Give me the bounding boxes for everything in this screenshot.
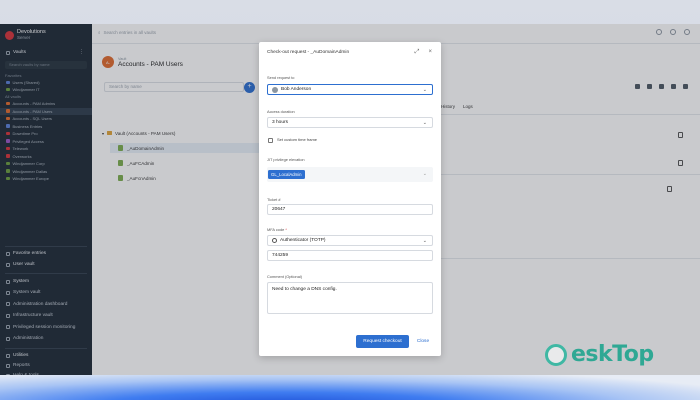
ticket-input[interactable]: 20647	[267, 204, 433, 215]
dialog-controls: ⤢ ×	[415, 49, 432, 56]
duration-select[interactable]: 3 hours ⌄	[267, 117, 433, 128]
send-request-label: Send request to	[267, 75, 295, 80]
custom-time-label: Set custom time frame	[277, 137, 318, 142]
close-icon[interactable]: ×	[428, 49, 432, 56]
ticket-label: Ticket #	[267, 197, 281, 202]
duration-label: Access duration	[267, 109, 295, 114]
expand-icon[interactable]: ⤢	[415, 49, 420, 56]
watermark-text: eskTop	[571, 342, 654, 367]
desktop-wallpaper	[0, 375, 700, 400]
desktop-logo-icon	[545, 343, 567, 366]
comment-textarea[interactable]: Need to change a DNS config.	[267, 282, 433, 314]
send-request-select[interactable]: Bob Anderson ⌄	[267, 84, 433, 95]
mfa-label: MFA code *	[267, 227, 287, 232]
custom-time-checkbox[interactable]	[268, 138, 273, 143]
chevron-down-icon: ⌄	[422, 120, 427, 126]
chevron-down-icon: ⌄	[422, 238, 427, 244]
jit-chip[interactable]: GL_LocalAdmin	[268, 170, 305, 179]
mfa-code-input[interactable]: 744259	[267, 250, 433, 261]
dialog-title: Check-out request - _AuDomainAdmin	[267, 50, 350, 55]
chevron-down-icon: ⌄	[422, 87, 427, 93]
user-avatar-icon	[272, 86, 278, 93]
checkout-request-dialog: Check-out request - _AuDomainAdmin ⤢ × S…	[259, 42, 441, 356]
comment-label: Comment (Optional)	[267, 274, 303, 279]
chevron-down-icon: ⌄	[422, 171, 427, 177]
watermark: eskTop	[545, 342, 654, 367]
jit-label: JIT privilege elevation	[267, 157, 305, 162]
close-button[interactable]: Close	[413, 335, 433, 348]
clock-icon	[272, 238, 277, 243]
mfa-method-select[interactable]: Authenticator (TOTP) ⌄	[267, 235, 433, 246]
request-checkout-button[interactable]: Request checkout	[356, 335, 409, 348]
